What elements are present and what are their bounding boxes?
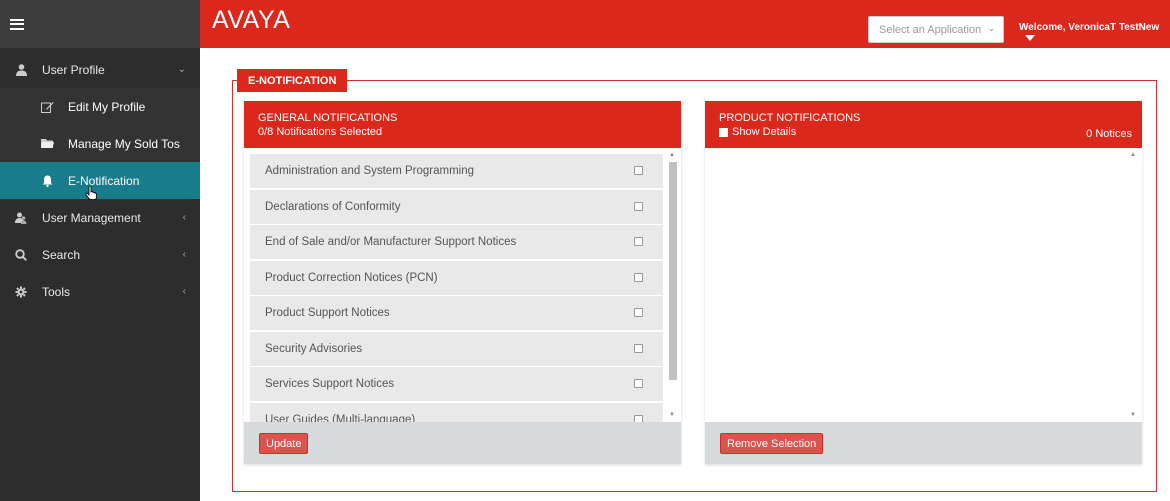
scrollbar-thumb[interactable] xyxy=(669,162,677,380)
user-menu[interactable]: Welcome, VeronicaT TestNew xyxy=(1019,22,1170,44)
folder-icon xyxy=(40,137,54,151)
show-details-label: Show Details xyxy=(732,126,797,138)
section-title: E-NOTIFICATION xyxy=(236,69,348,92)
list-scrollbar[interactable]: ▲ ▼ xyxy=(1128,152,1139,418)
list-item[interactable]: Product Support Notices xyxy=(250,296,663,330)
list-item[interactable]: Declarations of Conformity xyxy=(250,189,663,224)
notification-label: Declarations of Conformity xyxy=(265,200,401,213)
select-application-dropdown[interactable]: Select an Application ⌄ xyxy=(868,16,1004,43)
list-item[interactable]: Services Support Notices xyxy=(250,367,663,401)
sidebar-top xyxy=(0,0,200,48)
notification-label: User Guides (Multi-language) xyxy=(265,413,416,423)
notifications-selected-count: 0/8 Notifications Selected xyxy=(258,126,383,138)
sidebar: User Profile ⌄ Edit My Profile Manage My… xyxy=(0,0,200,501)
notification-checkbox[interactable] xyxy=(634,166,643,175)
chevron-left-icon: ‹ xyxy=(182,249,186,260)
notification-checkbox[interactable] xyxy=(634,272,643,282)
gear-icon xyxy=(14,285,28,299)
notification-label: Product Correction Notices (PCN) xyxy=(265,271,438,284)
chevron-down-icon: ⌄ xyxy=(987,23,995,33)
list-item[interactable]: End of Sale and/or Manufacturer Support … xyxy=(250,225,663,259)
product-notifications-title: PRODUCT NOTIFICATIONS xyxy=(719,112,861,124)
notification-checkbox[interactable] xyxy=(634,201,643,211)
update-button[interactable]: Update xyxy=(259,433,309,454)
sidebar-item-label: Edit My Profile xyxy=(68,99,146,114)
product-notifications-header: PRODUCT NOTIFICATIONS Show Details 0 Not… xyxy=(705,101,1142,148)
list-item[interactable]: User Guides (Multi-language) xyxy=(250,402,663,423)
notification-checkbox[interactable] xyxy=(634,379,643,388)
hamburger-menu-icon[interactable] xyxy=(10,18,24,30)
checkbox-icon[interactable] xyxy=(719,127,728,137)
list-item[interactable]: Security Advisories xyxy=(250,331,663,366)
scroll-up-arrow-icon[interactable]: ▲ xyxy=(1130,152,1136,158)
product-notifications-list[interactable]: ▲ ▼ xyxy=(705,148,1142,422)
product-notifications-footer: Remove Selection xyxy=(705,422,1142,464)
notification-label: Administration and System Programming xyxy=(265,165,474,177)
sidebar-item-label: Tools xyxy=(42,284,71,299)
scroll-down-arrow-icon[interactable]: ▼ xyxy=(1130,412,1136,418)
notification-checkbox[interactable] xyxy=(634,414,643,422)
list-item[interactable]: Administration and System Programming xyxy=(250,154,663,188)
sidebar-item-e-notification[interactable]: E-Notification xyxy=(0,162,200,199)
list-item[interactable]: Product Correction Notices (PCN) xyxy=(250,260,663,295)
sidebar-item-tools[interactable]: Tools ‹ xyxy=(0,273,200,310)
list-scrollbar[interactable]: ▲ ▼ xyxy=(667,152,678,418)
chevron-down-icon: ⌄ xyxy=(177,64,186,75)
notification-label: Product Support Notices xyxy=(265,307,390,319)
sidebar-item-label: User Profile xyxy=(42,62,105,77)
notification-checkbox[interactable] xyxy=(634,343,643,353)
notification-label: Services Support Notices xyxy=(265,378,395,390)
general-notifications-panel: GENERAL NOTIFICATIONS 0/8 Notifications … xyxy=(244,101,681,464)
product-notifications-panel: PRODUCT NOTIFICATIONS Show Details 0 Not… xyxy=(705,101,1142,464)
bell-icon xyxy=(40,174,54,188)
hand-cursor-icon xyxy=(85,185,97,200)
sidebar-item-label: E-Notification xyxy=(68,173,140,188)
caret-down-icon xyxy=(1025,35,1035,42)
sidebar-item-label: Search xyxy=(42,247,81,262)
sidebar-item-user-management[interactable]: User Management ‹ xyxy=(0,199,200,236)
general-notifications-list[interactable]: Administration and System Programming De… xyxy=(244,148,681,422)
welcome-text: Welcome, VeronicaT TestNew xyxy=(1019,22,1160,33)
general-notifications-title: GENERAL NOTIFICATIONS xyxy=(258,112,398,124)
notification-label: Security Advisories xyxy=(265,342,363,355)
scroll-up-arrow-icon[interactable]: ▲ xyxy=(669,152,675,158)
user-icon xyxy=(14,63,28,77)
avaya-logo[interactable]: AVAYA xyxy=(212,6,290,35)
sidebar-item-edit-my-profile[interactable]: Edit My Profile xyxy=(0,88,200,125)
top-header: AVAYA Select an Application ⌄ Welcome, V… xyxy=(200,0,1170,48)
scroll-down-arrow-icon[interactable]: ▼ xyxy=(669,412,675,418)
notification-checkbox[interactable] xyxy=(634,308,643,317)
sidebar-item-user-profile[interactable]: User Profile ⌄ xyxy=(0,51,200,88)
chevron-left-icon: ‹ xyxy=(182,212,186,223)
notification-checkbox[interactable] xyxy=(634,237,643,246)
users-icon xyxy=(14,211,28,225)
general-notifications-header: GENERAL NOTIFICATIONS 0/8 Notifications … xyxy=(244,101,681,148)
select-application-placeholder: Select an Application xyxy=(879,23,982,36)
edit-icon xyxy=(40,100,54,114)
chevron-left-icon: ‹ xyxy=(182,286,186,297)
sidebar-item-search[interactable]: Search ‹ xyxy=(0,236,200,273)
notification-label: End of Sale and/or Manufacturer Support … xyxy=(265,236,517,248)
general-notifications-footer: Update xyxy=(244,422,681,464)
sidebar-item-manage-my-sold-tos[interactable]: Manage My Sold Tos xyxy=(0,125,200,162)
show-details-checkbox[interactable]: Show Details xyxy=(719,125,796,139)
sidebar-item-label: Manage My Sold Tos xyxy=(68,136,180,151)
notices-count: 0 Notices xyxy=(1086,128,1132,140)
search-icon xyxy=(14,248,28,262)
sidebar-item-label: User Management xyxy=(42,210,141,225)
remove-selection-button[interactable]: Remove Selection xyxy=(720,433,824,454)
